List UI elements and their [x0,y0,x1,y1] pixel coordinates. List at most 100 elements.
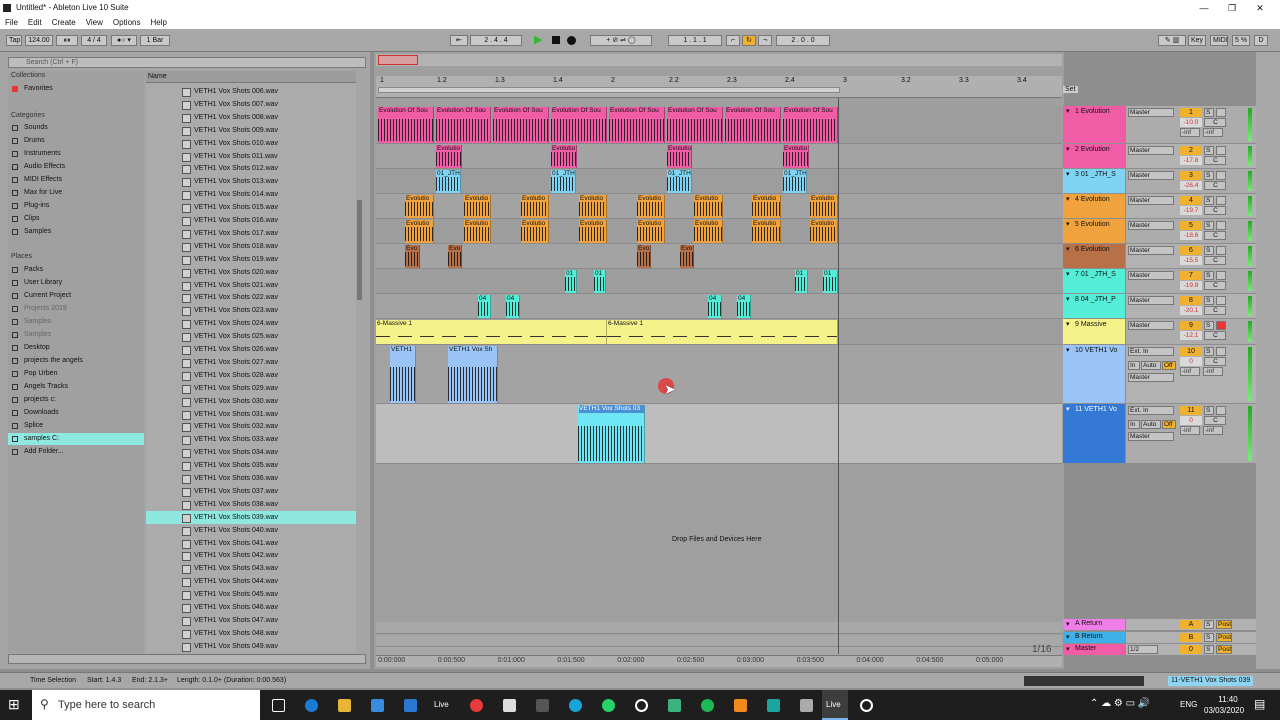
audio-clip[interactable]: Evolutio [405,220,434,243]
audio-clip[interactable]: 01 [594,270,606,293]
audio-clip[interactable]: Evolutio [436,145,462,168]
live-taskbar-icon[interactable]: Live [434,700,449,709]
right-scroll-strip[interactable] [1256,52,1280,669]
file-row[interactable]: VETH1 Vox Shots 007.wav [146,98,356,111]
track-lane[interactable]: Evolutio Evolutio Evolutio Evolutio Evolutio… [376,219,1062,244]
audio-clip[interactable]: Evolution Of Sou [551,107,607,143]
sidebar-item-samples-c[interactable]: samples C: [8,433,144,445]
follow-button[interactable]: ⇤ [450,35,468,46]
track-lane[interactable]: Evolutio Evolutio Evolutio Evolutio [376,144,1062,169]
audio-clip[interactable]: Evolution Of Sou [436,107,491,143]
audio-clip[interactable]: Evolutio [637,195,665,218]
track-activator[interactable]: 6 [1180,246,1202,255]
send-b-field[interactable]: -inf [1203,367,1223,376]
sidebar-item-projects-2019[interactable]: Projects 2019 [8,303,144,315]
audio-clip[interactable]: 04 [737,295,751,318]
task-view-icon[interactable] [272,699,285,712]
audio-clip[interactable]: Evolutio [810,220,838,243]
browser-scrollbar[interactable] [357,200,362,300]
track-output-route[interactable]: Master [1128,373,1174,382]
metronome-button[interactable]: ●○ ▾ [111,35,137,46]
sidebar-item-sounds[interactable]: Sounds [8,122,144,134]
time-ruler[interactable]: 0:00:000 0:00:500 0:01:000 0:01:500 0:02:000… [376,655,1062,667]
arm-button[interactable] [1216,171,1226,180]
solo-button[interactable]: S [1204,221,1214,230]
sidebar-item-drums[interactable]: Drums [8,135,144,147]
track-header[interactable]: 4 Evolution [1063,194,1125,218]
track-header[interactable]: 5 Evolution [1063,219,1125,243]
track-activator[interactable]: 4 [1180,196,1202,205]
audio-clip[interactable]: 01 [823,270,838,293]
arm-button[interactable] [1216,347,1226,356]
mail-icon[interactable] [404,699,417,712]
audio-clip[interactable]: Evo [405,245,420,268]
stop-button[interactable] [552,36,560,44]
audio-clip[interactable]: Evolution Of Sou [378,107,434,143]
track-output-route[interactable]: Master [1128,432,1174,441]
file-row[interactable]: VETH1 Vox Shots 028.wav [146,369,356,382]
tempo-field[interactable]: 124.00 [25,35,53,46]
pan-field[interactable]: C [1204,357,1226,366]
key-map-button[interactable]: Key [1188,35,1206,46]
app-icon-green[interactable] [668,699,681,712]
track-header[interactable]: 3 01 _JTH_S [1063,169,1125,193]
arm-button[interactable] [1216,221,1226,230]
arm-button[interactable] [1216,246,1226,255]
file-row[interactable]: VETH1 Vox Shots 027.wav [146,356,356,369]
volume-field[interactable]: -20.1 [1180,306,1202,315]
draw-mode-buttons[interactable]: ✎ ▥ [1158,35,1186,46]
menu-options[interactable]: Options [108,16,146,29]
audio-clip[interactable]: Evo [680,245,694,268]
post-button[interactable]: Post [1216,645,1232,654]
monitor-off-button[interactable]: Off [1162,420,1176,429]
track-lane[interactable]: VETH1 VETH1 Vox Sh [376,345,1062,404]
file-row[interactable]: VETH1 Vox Shots 038.wav [146,498,356,511]
file-row[interactable]: VETH1 Vox Shots 006.wav [146,85,356,98]
file-row[interactable]: VETH1 Vox Shots 016.wav [146,214,356,227]
add-folder-button[interactable]: Add Folder... [8,446,144,458]
punch-in-button[interactable]: ⌐ [726,35,740,46]
return-lane[interactable] [376,635,1062,647]
audio-clip[interactable]: Evolutio [579,220,607,243]
file-row[interactable]: VETH1 Vox Shots 026.wav [146,343,356,356]
audio-clip[interactable]: 01_JTH [783,170,807,193]
pan-field[interactable]: C [1204,231,1226,240]
track-header[interactable]: 11 VETH1 Vo [1063,404,1125,463]
vlc-icon[interactable] [734,699,747,712]
nudge-buttons[interactable]: ⏸⏸ [56,35,78,46]
solo-button[interactable]: S [1204,645,1214,654]
track-activator[interactable]: 7 [1180,271,1202,280]
file-row[interactable]: VETH1 Vox Shots 023.wav [146,304,356,317]
arm-button[interactable] [1216,108,1226,117]
audio-clip[interactable]: Evo [448,245,462,268]
track-header[interactable]: 6 Evolution [1063,244,1125,268]
audio-clip[interactable]: Evolutio [521,195,549,218]
audio-clip[interactable]: Evolutio [810,195,838,218]
pan-field[interactable]: C [1204,181,1226,190]
sidebar-item-splice[interactable]: Splice [8,420,144,432]
sidebar-item-clips[interactable]: Clips [8,213,144,225]
track-lane[interactable]: VETH1 Vox Shots 03 [376,404,1062,464]
track-lane[interactable]: 01 01 01 01 [376,269,1062,294]
track-lane[interactable]: Evolutio Evolutio Evolutio Evolutio Evolutio… [376,194,1062,219]
tap-button[interactable]: Tap [6,35,22,46]
solo-button[interactable]: S [1204,108,1214,117]
pan-field[interactable]: C [1204,281,1226,290]
volume-field[interactable]: -19.7 [1180,206,1202,215]
store-icon[interactable] [371,699,384,712]
loop-brace[interactable] [378,87,840,93]
audio-clip[interactable]: 6-Massive 1 [607,320,838,344]
sidebar-item-projects-c[interactable]: projects c: [8,394,144,406]
file-row-selected[interactable]: VETH1 Vox Shots 039.wav [146,510,356,524]
solo-button[interactable]: S [1204,196,1214,205]
track-lane[interactable]: 6-Massive 1 6-Massive 1 [376,319,1062,345]
midi-map-button[interactable]: MIDI [1210,35,1228,46]
file-row[interactable]: VETH1 Vox Shots 017.wav [146,227,356,240]
whatsapp-icon[interactable] [602,699,615,712]
overview-viewport[interactable] [378,55,418,65]
file-row[interactable]: VETH1 Vox Shots 030.wav [146,395,356,408]
return-track-header[interactable]: B Return [1063,631,1125,643]
audio-clip[interactable]: Evolutio [521,220,549,243]
file-row[interactable]: VETH1 Vox Shots 029.wav [146,382,356,395]
return-track-header[interactable]: A Return [1063,619,1125,630]
